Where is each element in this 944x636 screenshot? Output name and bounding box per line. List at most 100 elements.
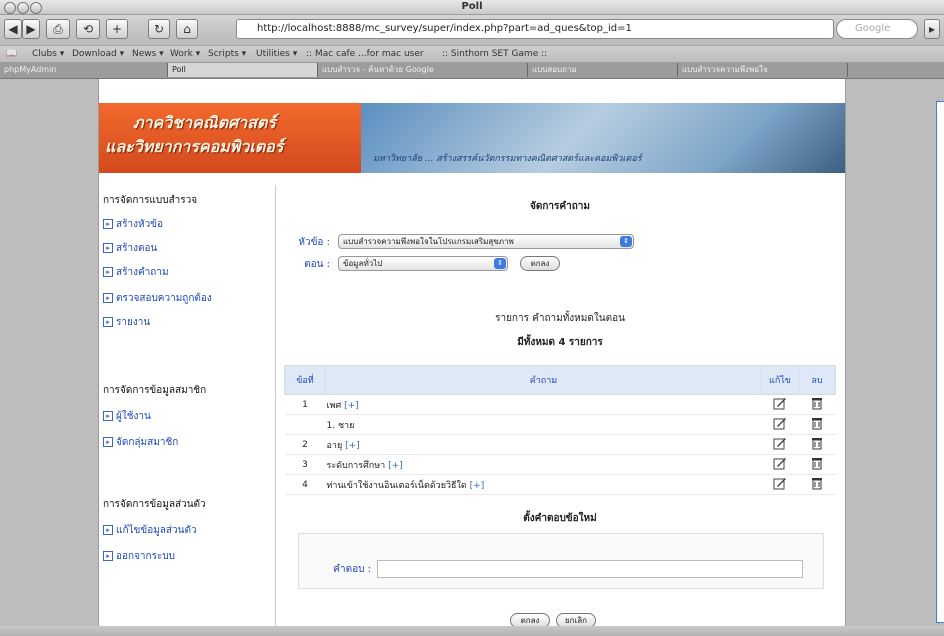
list-count: มีทั้งหมด 4 รายการ (517, 337, 603, 348)
row-question: ท่านเข้าใช้งานอินเตอร์เน็ตด้วยวิธีใด [+] (325, 474, 762, 495)
arrow-box-icon: ▸ (103, 219, 113, 229)
search-field[interactable]: Google (836, 19, 918, 39)
bookmarks-book-icon[interactable]: 📖 (6, 46, 17, 62)
add-choice-link[interactable]: [+] (388, 461, 403, 471)
col-edit: แก้ไข (761, 365, 799, 395)
home-button[interactable]: ⌂ (176, 19, 198, 39)
answer-input[interactable] (377, 560, 803, 578)
address-bar[interactable]: http://localhost:8888/mc_survey/super/in… (236, 19, 834, 39)
table-row: 3 ระดับการศึกษา [+] (284, 454, 836, 475)
bookmark-utilities[interactable]: Utilities ▾ (256, 46, 297, 62)
arrow-box-icon: ▸ (103, 437, 113, 447)
web-page: ภาควิชาคณิตศาสตร์ และวิทยาการคอมพิวเตอร์… (98, 79, 846, 636)
tab-satisfaction[interactable]: แบบสำรวจความพึงพอใจ (678, 63, 848, 77)
sidebar-item-member-groups[interactable]: ▸ จัดกลุ่มสมาชิก (103, 435, 178, 450)
row-number: 4 (284, 474, 326, 495)
trash-icon[interactable] (798, 454, 836, 475)
sidebar-item-validate[interactable]: ▸ ตรวจสอบความถูกต้อง (103, 291, 212, 306)
part-label: ตอน : (304, 259, 330, 270)
browser-toolbar: ◀ ▶ ⎙ ⟲ + ↻ ⌂ http://localhost:8888/mc_s… (0, 15, 944, 45)
tab-phpmyadmin[interactable]: phpMyAdmin (0, 63, 168, 77)
reload-button[interactable]: ↻ (148, 19, 170, 39)
sidebar-item-logout[interactable]: ▸ ออกจากระบบ (103, 549, 175, 564)
side-panel-edge (936, 101, 944, 623)
new-answer-title: ตั้งคำตอบข้อใหม่ (523, 513, 597, 524)
arrow-box-icon: ▸ (103, 525, 113, 535)
topic-select-value: แบบสำรวจความพึงพอใจในโปรแกรมเสริมสุขภาพ (343, 237, 514, 246)
topic-label: หัวข้อ : (298, 237, 330, 248)
window-title: Poll (461, 1, 483, 12)
sidebar-divider (275, 185, 276, 636)
add-choice-link[interactable]: [+] (345, 441, 360, 451)
edit-icon[interactable] (761, 414, 799, 435)
tab-google-search[interactable]: แบบสำรวจ - ค้นหาด้วย Google (318, 63, 528, 77)
sidebar-section-members: การจัดการข้อมูลสมาชิก (103, 385, 207, 396)
bookmark-sinthorn[interactable]: :: Sinthorn SET Game :: (442, 46, 547, 62)
row-question: ระดับการศึกษา [+] (325, 454, 762, 475)
edit-icon[interactable] (761, 454, 799, 475)
go-button[interactable]: ตกลง (520, 256, 560, 271)
edit-icon[interactable] (761, 394, 799, 415)
trash-icon[interactable] (798, 474, 836, 495)
status-bar (0, 626, 944, 636)
table-row: 4 ท่านเข้าใช้งานอินเตอร์เน็ตด้วยวิธีใด [… (284, 474, 836, 495)
main-panel: จัดการคำถาม หัวข้อ : แบบสำรวจความพึงพอใจ… (284, 185, 836, 636)
banner-left: ภาควิชาคณิตศาสตร์ และวิทยาการคอมพิวเตอร์ (99, 103, 361, 173)
sidebar-item-create-topic[interactable]: ▸ สร้างหัวข้อ (103, 217, 163, 232)
bookmark-work[interactable]: Work ▾ (170, 46, 200, 62)
bookmark-scripts[interactable]: Scripts ▾ (208, 46, 246, 62)
questions-table: ข้อที่ คำถาม แก้ไข ลบ 1 เพศ [+] 1. ชาย 2… (284, 365, 836, 495)
trash-icon[interactable] (798, 394, 836, 415)
sidebar-item-report[interactable]: ▸ รายงาน (103, 315, 150, 330)
row-question: 1. ชาย (325, 414, 762, 435)
arrow-box-icon: ▸ (103, 317, 113, 327)
toolbar-overflow-button[interactable]: ▸ (924, 19, 940, 39)
col-delete: ลบ (798, 365, 836, 395)
table-row: 1 เพศ [+] (284, 394, 836, 415)
print-button[interactable]: ⎙ (46, 19, 70, 39)
sidebar-item-create-question[interactable]: ▸ สร้างคำถาม (103, 265, 169, 280)
add-choice-link[interactable]: [+] (344, 401, 359, 411)
bookmarks-bar: 📖 Clubs ▾ Download ▾ News ▾ Work ▾ Scrip… (0, 45, 944, 62)
arrow-box-icon: ▸ (103, 243, 113, 253)
edit-icon[interactable] (761, 474, 799, 495)
sidebar-section-survey: การจัดการแบบสำรวจ (103, 195, 198, 206)
bookmark-news[interactable]: News ▾ (132, 46, 164, 62)
tab-questionnaire[interactable]: แบบสอบถาม (528, 63, 678, 77)
sidebar-section-personal: การจัดการข้อมูลส่วนตัว (103, 499, 206, 510)
row-number (284, 414, 326, 435)
tab-bar: phpMyAdmin Poll แบบสำรวจ - ค้นหาด้วย Goo… (0, 62, 944, 79)
bookmark-mac-cafe[interactable]: :: Mac cafe ...for mac user (306, 46, 424, 62)
chevron-updown-icon: ⇕ (494, 258, 506, 269)
chevron-updown-icon: ⇕ (620, 236, 632, 247)
row-question: อายุ [+] (325, 434, 762, 455)
forward-button[interactable]: ▶ (22, 19, 40, 39)
row-number: 2 (284, 434, 326, 455)
browser-content: ภาควิชาคณิตศาสตร์ และวิทยาการคอมพิวเตอร์… (0, 79, 944, 636)
col-question: คำถาม (325, 365, 762, 395)
trash-icon[interactable] (798, 414, 836, 435)
part-select[interactable]: ข้อมูลทั่วไป ⇕ (338, 256, 508, 271)
bookmark-clubs[interactable]: Clubs ▾ (32, 46, 64, 62)
arrow-box-icon: ▸ (103, 293, 113, 303)
tab-poll[interactable]: Poll (168, 63, 318, 77)
topic-select[interactable]: แบบสำรวจความพึงพอใจในโปรแกรมเสริมสุขภาพ … (338, 234, 634, 249)
bookmark-download[interactable]: Download ▾ (72, 46, 124, 62)
title-bar: Poll (0, 0, 944, 15)
row-number: 1 (284, 394, 326, 415)
row-number: 3 (284, 454, 326, 475)
banner-line2: และวิทยาการคอมพิวเตอร์ (105, 137, 284, 156)
sidebar-item-users[interactable]: ▸ ผู้ใช้งาน (103, 409, 151, 424)
banner-subtitle: มหาวิทยาลัย ... สร้างสรรค์นวัตกรรมทางคณิ… (373, 154, 642, 164)
part-select-value: ข้อมูลทั่วไป (343, 259, 383, 268)
add-choice-link[interactable]: [+] (470, 481, 485, 491)
trash-icon[interactable] (798, 434, 836, 455)
back-button[interactable]: ◀ (4, 19, 22, 39)
site-banner: ภาควิชาคณิตศาสตร์ และวิทยาการคอมพิวเตอร์… (99, 103, 845, 173)
sidebar-item-edit-profile[interactable]: ▸ แก้ไขข้อมูลส่วนตัว (103, 523, 197, 538)
sidebar-item-create-part[interactable]: ▸ สร้างตอน (103, 241, 157, 256)
edit-icon[interactable] (761, 434, 799, 455)
add-bookmark-button[interactable]: + (106, 19, 128, 39)
url-text: http://localhost:8888/mc_survey/super/in… (257, 23, 632, 34)
snapback-button[interactable]: ⟲ (76, 19, 100, 39)
